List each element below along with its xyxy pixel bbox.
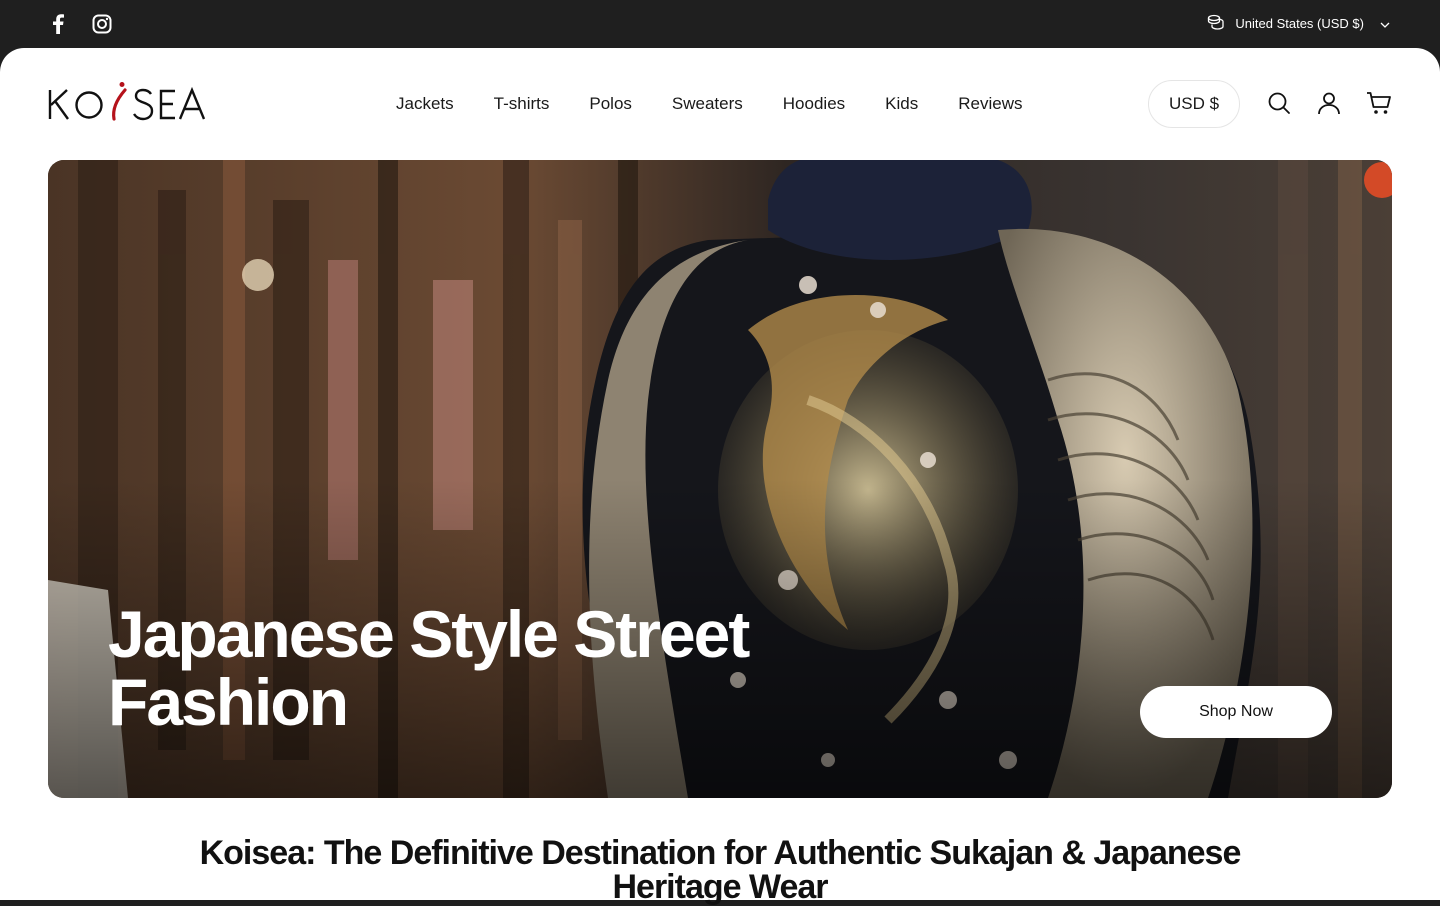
search-icon[interactable]	[1266, 90, 1292, 116]
nav-item-polos[interactable]: Polos	[569, 92, 652, 116]
region-label: United States (USD $)	[1235, 16, 1364, 31]
site-header: Jackets T-shirts Polos Sweaters Hoodies …	[0, 48, 1440, 160]
nav-item-sweaters[interactable]: Sweaters	[652, 92, 763, 116]
account-icon[interactable]	[1316, 90, 1342, 116]
utility-bar: United States (USD $)	[0, 0, 1440, 48]
chevron-down-icon	[1380, 16, 1390, 31]
social-links	[48, 12, 112, 36]
hero-banner: Japanese Style Street Fashion Shop Now	[48, 160, 1392, 798]
coins-icon	[1207, 14, 1225, 33]
shop-now-button[interactable]: Shop Now	[1140, 686, 1332, 738]
nav-item-kids[interactable]: Kids	[865, 92, 938, 116]
intro-heading: Koisea: The Definitive Destination for A…	[199, 834, 1242, 906]
facebook-icon[interactable]	[48, 12, 68, 36]
nav-item-hoodies[interactable]: Hoodies	[763, 92, 865, 116]
hero-title: Japanese Style Street Fashion	[108, 597, 750, 739]
instagram-icon[interactable]	[92, 12, 112, 36]
main-panel: Jackets T-shirts Polos Sweaters Hoodies …	[0, 48, 1440, 904]
nav-item-t-shirts[interactable]: T-shirts	[474, 92, 570, 116]
cart-icon[interactable]	[1366, 90, 1392, 116]
main-nav: Jackets T-shirts Polos Sweaters Hoodies …	[376, 92, 1042, 116]
region-selector[interactable]: United States (USD $)	[1207, 14, 1390, 33]
nav-item-jackets[interactable]: Jackets	[376, 92, 474, 116]
currency-button[interactable]: USD $	[1148, 80, 1240, 128]
koisea-logo[interactable]	[48, 82, 210, 122]
nav-item-reviews[interactable]: Reviews	[938, 92, 1042, 116]
